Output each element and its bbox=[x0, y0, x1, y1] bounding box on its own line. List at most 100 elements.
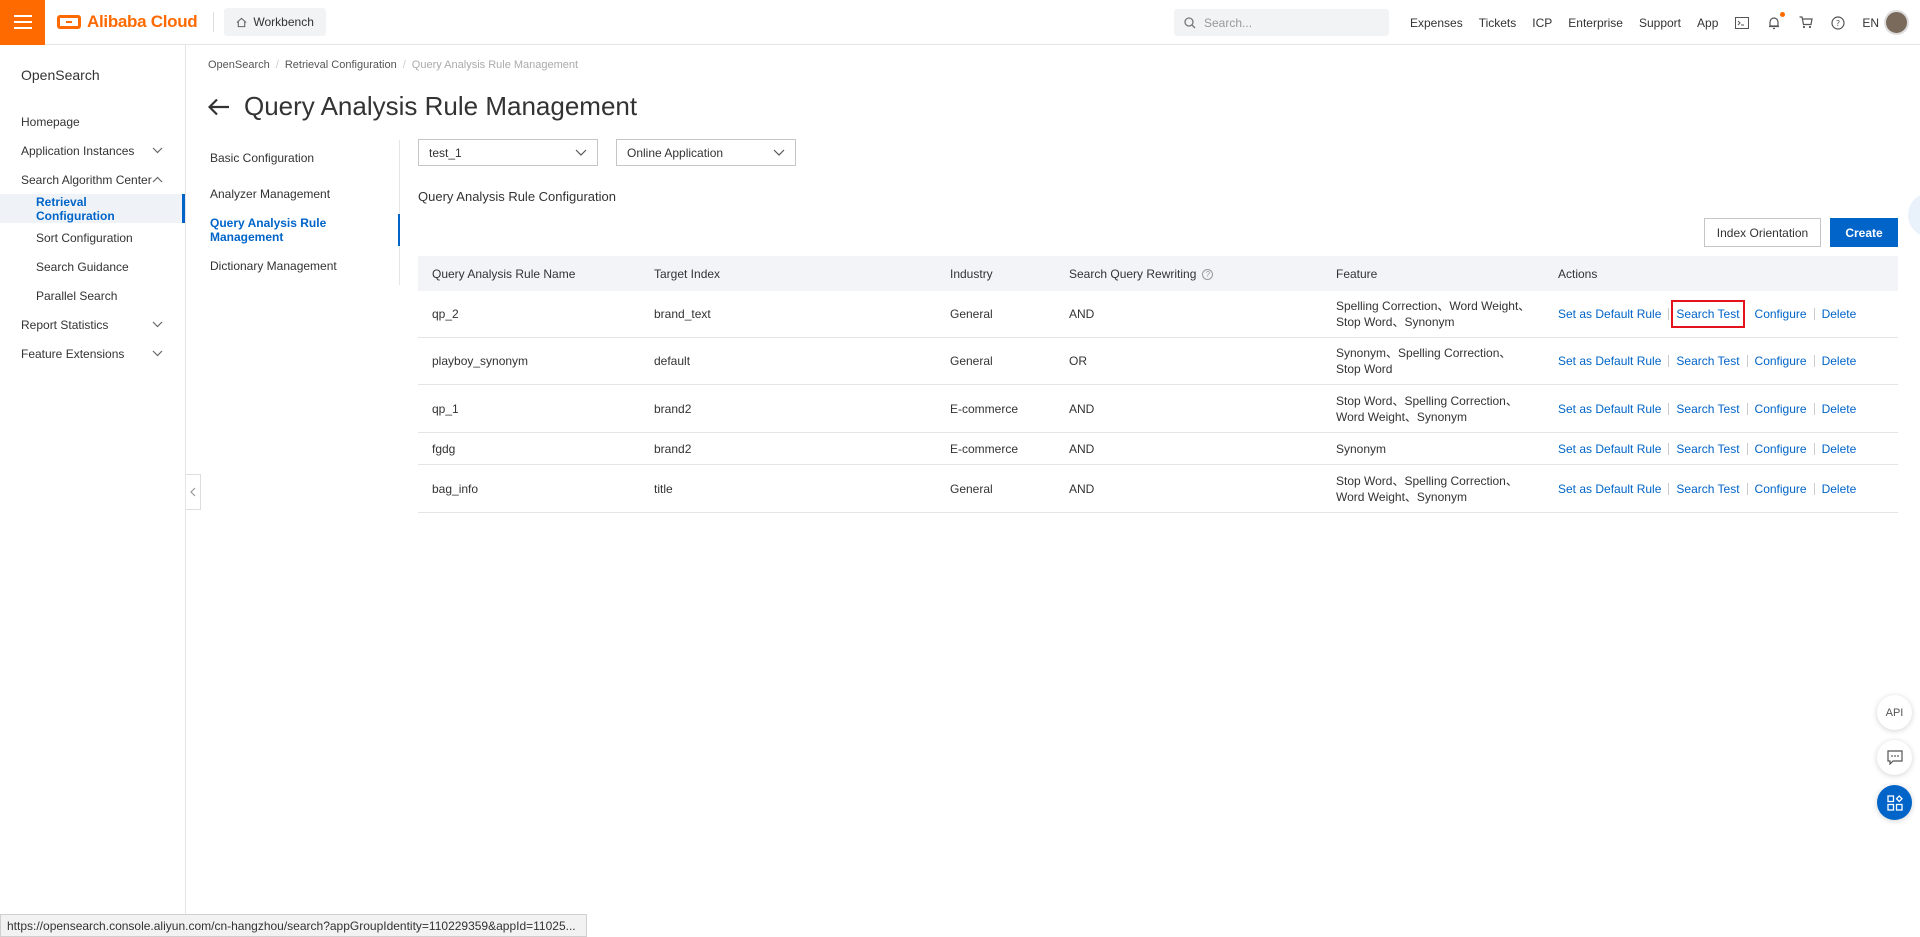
menu-icon[interactable] bbox=[0, 0, 45, 45]
header-target-index: Target Index bbox=[654, 266, 721, 281]
feature: Stop Word、Spelling Correction、Word Weigh… bbox=[1336, 473, 1518, 504]
set-default-rule-link[interactable]: Set as Default Rule bbox=[1558, 354, 1661, 368]
link-enterprise[interactable]: Enterprise bbox=[1568, 16, 1623, 30]
sidebar-item-label: Retrieval Configuration bbox=[36, 194, 115, 223]
back-arrow-icon[interactable] bbox=[208, 98, 230, 116]
page-header: Query Analysis Rule Management bbox=[208, 91, 637, 122]
chat-icon bbox=[1886, 750, 1903, 765]
instance-select[interactable]: test_1 bbox=[418, 139, 598, 166]
delete-link[interactable]: Delete bbox=[1822, 307, 1857, 321]
application-select[interactable]: Online Application bbox=[616, 139, 796, 166]
table-row: fgdg brand2 E-commerce AND Synonym Set a… bbox=[418, 433, 1898, 465]
terminal-icon[interactable] bbox=[1734, 15, 1750, 31]
alibaba-cloud-logo[interactable]: Alibaba Cloud bbox=[57, 0, 198, 45]
link-expenses[interactable]: Expenses bbox=[1410, 16, 1463, 30]
delete-link[interactable]: Delete bbox=[1822, 402, 1857, 416]
top-navbar: Alibaba Cloud Workbench Search... Expens… bbox=[0, 0, 1920, 45]
subnav-basic-configuration[interactable]: Basic Configuration bbox=[208, 140, 399, 176]
link-tickets[interactable]: Tickets bbox=[1479, 16, 1517, 30]
breadcrumb-retrieval-configuration[interactable]: Retrieval Configuration bbox=[285, 59, 397, 71]
cart-icon[interactable] bbox=[1798, 15, 1814, 31]
sidebar-item-label: Feature Extensions bbox=[21, 346, 125, 361]
sidebar-collapse-button[interactable] bbox=[186, 474, 201, 510]
link-icp[interactable]: ICP bbox=[1532, 16, 1552, 30]
help-icon[interactable]: ? bbox=[1830, 15, 1846, 31]
sidebar: OpenSearch Homepage Application Instance… bbox=[0, 45, 186, 937]
delete-link[interactable]: Delete bbox=[1822, 354, 1857, 368]
sidebar-item-label: Parallel Search bbox=[36, 288, 118, 303]
subnav-analyzer-management[interactable]: Analyzer Management bbox=[208, 176, 399, 212]
language-switch[interactable]: EN bbox=[1862, 16, 1879, 30]
edge-widget[interactable] bbox=[1908, 193, 1920, 237]
set-default-rule-link[interactable]: Set as Default Rule bbox=[1558, 402, 1661, 416]
row-actions: Set as Default Rule Search Test Configur… bbox=[1544, 402, 1898, 416]
delete-link[interactable]: Delete bbox=[1822, 482, 1857, 496]
action-separator bbox=[1668, 482, 1670, 495]
configure-link[interactable]: Configure bbox=[1755, 307, 1807, 321]
subnav-dictionary-management[interactable]: Dictionary Management bbox=[208, 248, 399, 284]
search-test-link[interactable]: Search Test bbox=[1676, 442, 1739, 456]
link-support[interactable]: Support bbox=[1639, 16, 1681, 30]
help-icon[interactable]: ? bbox=[1202, 268, 1214, 280]
chevron-up-icon bbox=[152, 176, 163, 183]
industry: E-commerce bbox=[950, 441, 1019, 456]
svg-text:?: ? bbox=[1836, 19, 1840, 28]
sidebar-item-label: Search Guidance bbox=[36, 259, 129, 274]
page-title: Query Analysis Rule Management bbox=[244, 91, 638, 121]
set-default-rule-link[interactable]: Set as Default Rule bbox=[1558, 482, 1661, 496]
sidebar-item-search-guidance[interactable]: Search Guidance bbox=[0, 252, 185, 281]
action-separator bbox=[1668, 402, 1670, 415]
configure-link[interactable]: Configure bbox=[1755, 482, 1807, 496]
sidebar-item-report-statistics[interactable]: Report Statistics bbox=[0, 310, 185, 339]
sidebar-title: OpenSearch bbox=[21, 67, 100, 83]
action-separator bbox=[1813, 482, 1815, 495]
sidebar-item-homepage[interactable]: Homepage bbox=[0, 107, 185, 136]
workbench-button[interactable]: Workbench bbox=[224, 8, 326, 36]
link-app[interactable]: App bbox=[1697, 16, 1718, 30]
search-test-link[interactable]: Search Test bbox=[1671, 300, 1745, 328]
sub-navigation: Basic Configuration Analyzer Management … bbox=[208, 140, 400, 285]
action-separator bbox=[1813, 308, 1815, 320]
bell-icon[interactable] bbox=[1766, 11, 1786, 31]
breadcrumb-current: Query Analysis Rule Management bbox=[411, 59, 579, 71]
search-input[interactable]: Search... bbox=[1174, 9, 1389, 36]
configure-link[interactable]: Configure bbox=[1755, 402, 1807, 416]
rule-name: qp_1 bbox=[432, 401, 459, 416]
search-test-link[interactable]: Search Test bbox=[1676, 354, 1739, 368]
breadcrumb: OpenSearch / Retrieval Configuration / Q… bbox=[208, 59, 578, 71]
rules-table: Query Analysis Rule Name Target Index In… bbox=[418, 256, 1898, 513]
action-separator bbox=[1747, 308, 1748, 320]
breadcrumb-opensearch[interactable]: OpenSearch bbox=[208, 59, 270, 71]
configure-link[interactable]: Configure bbox=[1755, 354, 1807, 368]
breadcrumb-separator: / bbox=[402, 59, 406, 71]
user-avatar[interactable] bbox=[1884, 10, 1909, 35]
chevron-down-icon bbox=[152, 321, 163, 328]
create-button[interactable]: Create bbox=[1830, 218, 1898, 247]
set-default-rule-link[interactable]: Set as Default Rule bbox=[1558, 307, 1661, 321]
feature: Synonym、Spelling Correction、Stop Word bbox=[1336, 346, 1512, 376]
table-row: bag_info title General AND Stop Word、Spe… bbox=[418, 465, 1898, 513]
apps-button[interactable] bbox=[1877, 785, 1912, 820]
index-orientation-button[interactable]: Index Orientation bbox=[1704, 218, 1821, 247]
api-button[interactable]: API bbox=[1877, 695, 1912, 730]
sidebar-item-application-instances[interactable]: Application Instances bbox=[0, 136, 185, 165]
subnav-query-analysis-rule-management[interactable]: Query Analysis Rule Management bbox=[208, 212, 400, 248]
search-test-link[interactable]: Search Test bbox=[1676, 482, 1739, 496]
chat-button[interactable] bbox=[1877, 740, 1912, 775]
sidebar-item-retrieval-configuration[interactable]: Retrieval Configuration bbox=[0, 194, 185, 223]
sidebar-item-feature-extensions[interactable]: Feature Extensions bbox=[0, 339, 185, 368]
sidebar-item-search-algorithm-center[interactable]: Search Algorithm Center bbox=[0, 165, 185, 194]
sidebar-item-sort-configuration[interactable]: Sort Configuration bbox=[0, 223, 185, 252]
table-row: qp_2 brand_text General AND Spelling Cor… bbox=[418, 291, 1898, 338]
brand-name: Alibaba Cloud bbox=[87, 12, 198, 31]
chevron-down-icon bbox=[152, 350, 163, 357]
set-default-rule-link[interactable]: Set as Default Rule bbox=[1558, 442, 1661, 456]
configure-link[interactable]: Configure bbox=[1755, 442, 1807, 456]
search-test-link[interactable]: Search Test bbox=[1676, 402, 1739, 416]
delete-link[interactable]: Delete bbox=[1822, 442, 1857, 456]
table-row: qp_1 brand2 E-commerce AND Stop Word、Spe… bbox=[418, 385, 1898, 433]
action-separator bbox=[1668, 355, 1670, 367]
target-index: default bbox=[654, 354, 691, 368]
sidebar-item-parallel-search[interactable]: Parallel Search bbox=[0, 281, 185, 310]
industry: E-commerce bbox=[950, 401, 1019, 416]
